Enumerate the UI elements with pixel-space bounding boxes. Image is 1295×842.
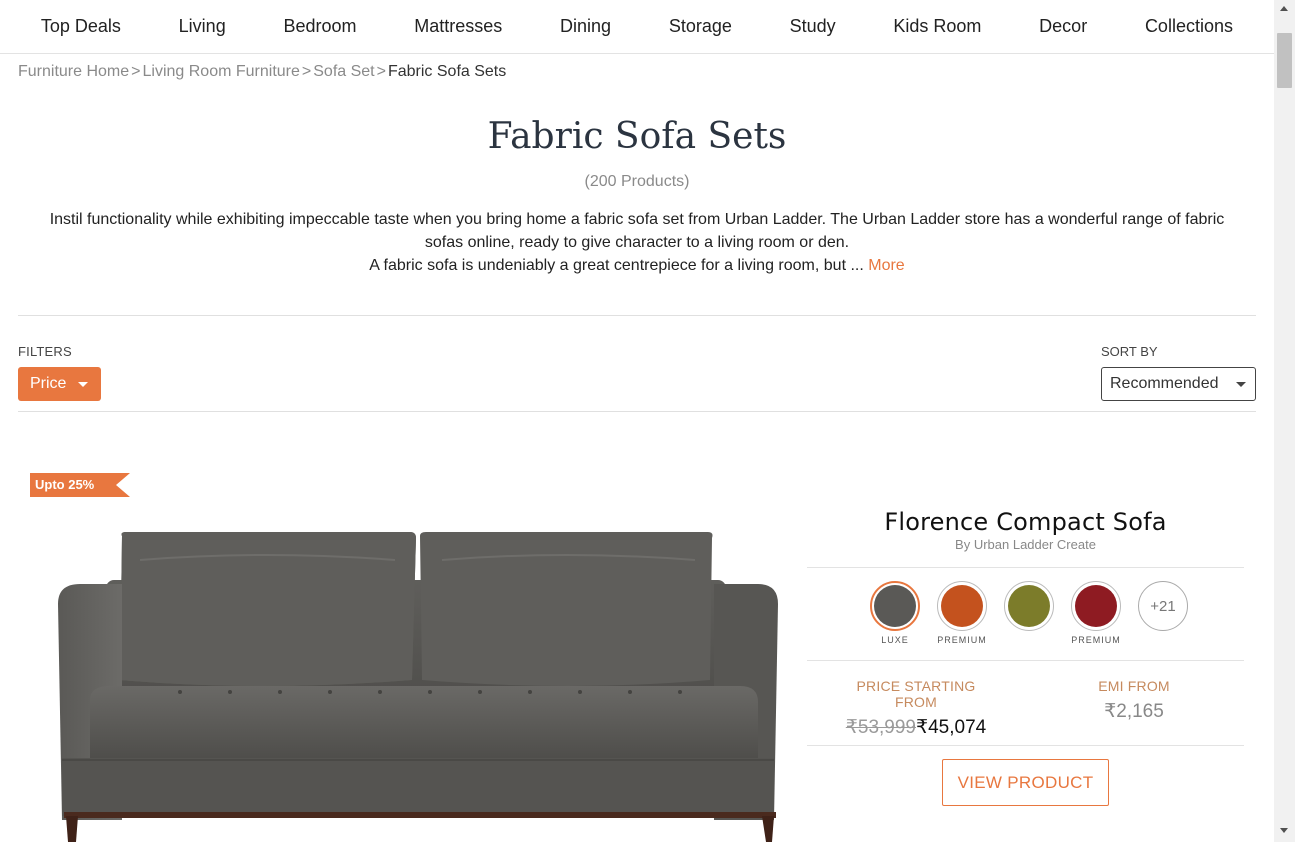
chevron-down-icon: [78, 381, 89, 387]
page-title: Fabric Sofa Sets: [487, 116, 787, 157]
nav-top-deals[interactable]: Top Deals: [41, 16, 121, 37]
price-block: PRICE STARTING FROM ₹53,999₹45,074: [843, 678, 989, 739]
swatch-olive-icon: [1008, 585, 1050, 627]
swatch-grey-icon: [874, 585, 916, 627]
swatch-ring: [1004, 581, 1054, 631]
price-filter-button[interactable]: Price: [18, 367, 101, 401]
product-name[interactable]: Florence Compact Sofa: [807, 508, 1244, 536]
more-swatches-count: +21: [1138, 581, 1188, 631]
swatch-tag: LUXE: [881, 635, 909, 645]
nav-storage[interactable]: Storage: [669, 16, 732, 37]
chevron-down-icon: [1236, 382, 1246, 387]
divider: [18, 411, 1256, 412]
swatch-grey[interactable]: LUXE: [870, 581, 920, 646]
nav-living[interactable]: Living: [179, 16, 226, 37]
discount-badge: Upto 25%: [30, 473, 130, 497]
scroll-down-icon[interactable]: [1280, 828, 1288, 833]
sort-selected-value: Recommended: [1110, 375, 1219, 392]
breadcrumb-current: Fabric Sofa Sets: [387, 63, 507, 80]
price-filter-label: Price: [30, 375, 67, 392]
product-count: (200 Products): [584, 173, 690, 190]
breadcrumb-separator: >: [301, 63, 312, 80]
emi-block: EMI FROM ₹2,165: [1077, 678, 1191, 723]
breadcrumb-separator: >: [131, 63, 141, 80]
divider: [807, 567, 1244, 568]
breadcrumb-separator: >: [376, 63, 386, 80]
description-snippet: A fabric sofa is undeniably a great cent…: [369, 257, 864, 274]
scroll-up-icon[interactable]: [1280, 6, 1288, 11]
view-product-button[interactable]: VIEW PRODUCT: [942, 759, 1109, 806]
swatch-olive[interactable]: [1004, 581, 1054, 646]
sort-by-select[interactable]: Recommended: [1101, 367, 1256, 401]
swatch-ring: [1071, 581, 1121, 631]
vertical-scrollbar[interactable]: [1274, 0, 1295, 842]
divider: [18, 315, 1256, 316]
swatch-tag: PREMIUM: [1071, 635, 1121, 645]
swatch-ring: [870, 581, 920, 631]
price-values: ₹53,999₹45,074: [843, 716, 989, 739]
nav-dining[interactable]: Dining: [560, 16, 611, 37]
swatch-orange-icon: [941, 585, 983, 627]
sort-by-label: SORT BY: [1101, 344, 1158, 359]
description-text: Instil functionality while exhibiting im…: [49, 211, 1225, 251]
top-navigation: Top Deals Living Bedroom Mattresses Dini…: [0, 0, 1274, 54]
price-label: PRICE STARTING FROM: [856, 678, 976, 710]
nav-study[interactable]: Study: [790, 16, 836, 37]
breadcrumb-furniture-home[interactable]: Furniture Home: [18, 63, 129, 80]
swatch-maroon[interactable]: PREMIUM: [1071, 581, 1121, 646]
nav-collections[interactable]: Collections: [1145, 16, 1233, 37]
filters-label: FILTERS: [18, 344, 72, 359]
product-image[interactable]: [50, 520, 790, 842]
swatch-tag: PREMIUM: [937, 635, 987, 645]
divider: [807, 745, 1244, 746]
category-description: Instil functionality while exhibiting im…: [30, 208, 1244, 277]
breadcrumb-living-room-furniture[interactable]: Living Room Furniture: [143, 63, 300, 80]
nav-mattresses[interactable]: Mattresses: [414, 16, 502, 37]
more-link[interactable]: More: [868, 257, 904, 274]
original-price: ₹53,999: [845, 717, 916, 738]
nav-bedroom[interactable]: Bedroom: [283, 16, 356, 37]
description-text-2: A fabric sofa is undeniably a great cent…: [30, 254, 1244, 277]
swatch-ring: [937, 581, 987, 631]
product-info: Florence Compact Sofa By Urban Ladder Cr…: [807, 505, 1244, 806]
product-listing-page: Top Deals Living Bedroom Mattresses Dini…: [0, 0, 1274, 842]
swatch-orange[interactable]: PREMIUM: [937, 581, 987, 646]
nav-kids-room[interactable]: Kids Room: [893, 16, 981, 37]
divider: [807, 660, 1244, 661]
sale-price: ₹45,074: [916, 717, 987, 738]
emi-value: ₹2,165: [1104, 701, 1164, 722]
more-swatches-button[interactable]: +21: [1138, 581, 1188, 646]
emi-label: EMI FROM: [1098, 678, 1170, 694]
nav-decor[interactable]: Decor: [1039, 16, 1087, 37]
scroll-thumb[interactable]: [1277, 33, 1292, 88]
breadcrumb: Furniture Home > Living Room Furniture > Sof…: [18, 63, 506, 81]
product-brand: By Urban Ladder Create: [955, 537, 1096, 552]
swatch-maroon-icon: [1075, 585, 1117, 627]
breadcrumb-sofa-set[interactable]: Sofa Set: [313, 63, 374, 80]
color-swatches: LUXE PREMIUM PREMIUM +21: [870, 581, 1188, 646]
